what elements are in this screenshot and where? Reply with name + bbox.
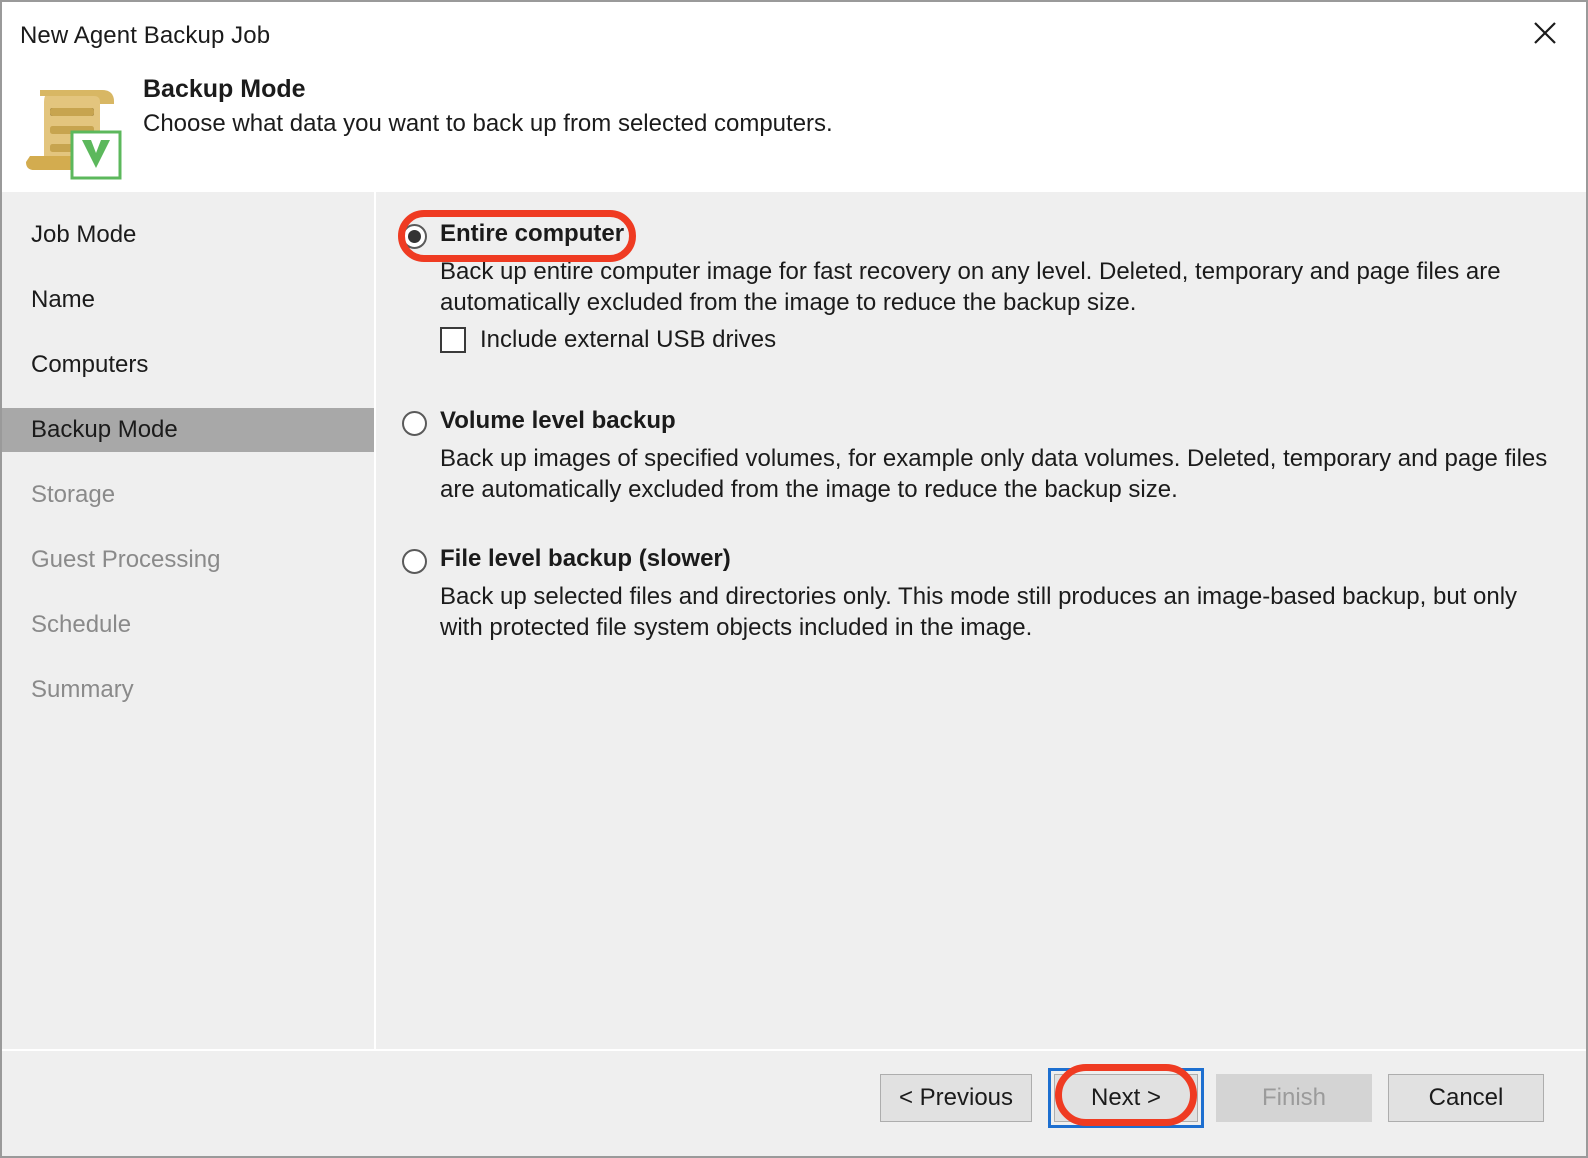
dialog-body: Job Mode Name Computers Backup Mode Stor… (2, 192, 1586, 1049)
sidebar-item-storage[interactable]: Storage (2, 473, 374, 517)
sidebar-item-backup-mode[interactable]: Backup Mode (2, 408, 374, 452)
page-title: Backup Mode (143, 75, 306, 103)
option-label: Volume level backup (440, 407, 676, 434)
wizard-steps-sidebar: Job Mode Name Computers Backup Mode Stor… (2, 192, 376, 1049)
include-usb-drives-checkbox[interactable] (440, 327, 466, 353)
sidebar-item-label: Schedule (31, 611, 132, 638)
option-description: Back up selected files and directories o… (440, 583, 1518, 641)
dialog-footer: < Previous Next > Finish Cancel (2, 1051, 1586, 1156)
option-description: Back up entire computer image for fast r… (440, 258, 1501, 316)
sidebar-item-schedule[interactable]: Schedule (2, 603, 374, 647)
sidebar-item-label: Backup Mode (31, 416, 178, 443)
next-button-focus-ring: Next > (1048, 1068, 1204, 1128)
option-description: Back up images of specified volumes, for… (440, 445, 1548, 503)
sidebar-item-label: Computers (31, 351, 149, 378)
new-agent-backup-job-dialog: New Agent Backup Job Backup Mode Choose … (0, 0, 1588, 1158)
sidebar-item-label: Storage (31, 481, 116, 508)
finish-button: Finish (1216, 1074, 1372, 1122)
include-usb-drives-label: Include external USB drives (480, 326, 777, 353)
sidebar-item-job-mode[interactable]: Job Mode (2, 213, 374, 257)
sidebar-item-guest-processing[interactable]: Guest Processing (2, 538, 374, 582)
page-subtitle: Choose what data you want to back up fro… (143, 110, 833, 137)
option-label: File level backup (slower) (440, 545, 731, 572)
sidebar-item-name[interactable]: Name (2, 278, 374, 322)
window-title: New Agent Backup Job (20, 22, 271, 49)
dialog-header: Backup Mode Choose what data you want to… (2, 70, 1586, 192)
next-button[interactable]: Next > (1054, 1074, 1198, 1122)
close-icon[interactable] (1506, 4, 1584, 62)
sidebar-item-summary[interactable]: Summary (2, 668, 374, 712)
previous-button[interactable]: < Previous (880, 1074, 1032, 1122)
file-level-backup-radio[interactable] (402, 549, 427, 574)
sidebar-item-label: Summary (31, 676, 134, 703)
sidebar-item-label: Name (31, 286, 96, 313)
document-scroll-veeam-icon (18, 82, 130, 182)
include-usb-drives-row[interactable]: Include external USB drives (440, 326, 776, 354)
sidebar-item-label: Job Mode (31, 221, 137, 248)
sidebar-item-label: Guest Processing (31, 546, 221, 573)
volume-level-backup-radio[interactable] (402, 411, 427, 436)
sidebar-item-computers[interactable]: Computers (2, 343, 374, 387)
backup-mode-options: Entire computer Back up entire computer … (378, 192, 1586, 1049)
option-label: Entire computer (440, 220, 625, 247)
cancel-button[interactable]: Cancel (1388, 1074, 1544, 1122)
entire-computer-radio[interactable] (402, 224, 427, 249)
title-bar: New Agent Backup Job (2, 2, 1586, 70)
